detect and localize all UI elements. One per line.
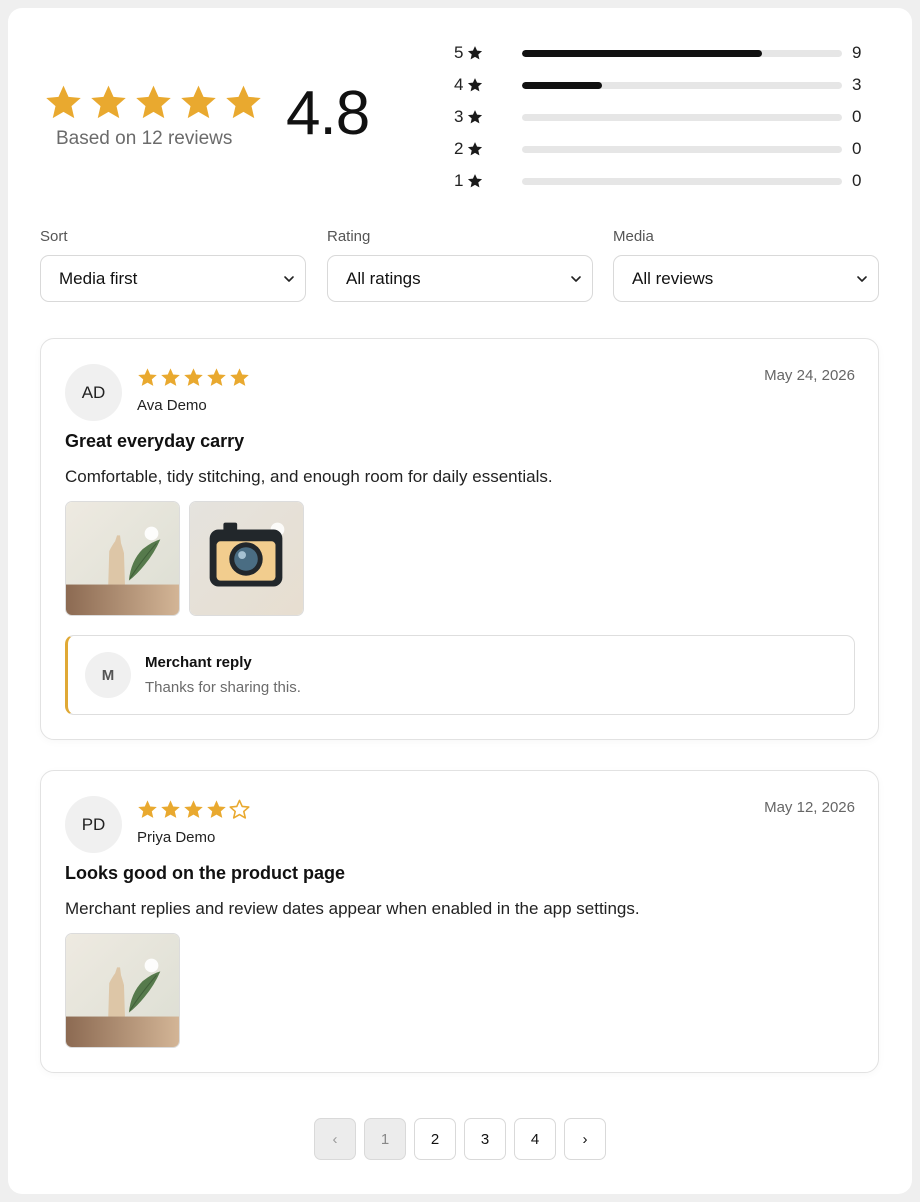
distribution-bar-fill (522, 50, 762, 57)
star-icon (468, 174, 483, 188)
star-icon (138, 368, 157, 386)
distribution-count: 0 (852, 171, 862, 190)
prev-page-button[interactable]: ‹ (314, 1118, 356, 1160)
distribution-bar (522, 146, 842, 153)
review-body: Merchant replies and review dates appear… (65, 899, 640, 918)
distribution-row-1[interactable]: 1 0 (454, 170, 874, 192)
reviewer-name: Priya Demo (137, 829, 216, 846)
review-title: Great everyday carry (65, 431, 245, 451)
page-button-3[interactable]: 3 (464, 1118, 506, 1160)
review-card: PD Priya Demo May 12, 2026 Looks good on… (40, 770, 879, 1073)
distribution-stars-label: 5 (454, 43, 464, 62)
distribution-bar (522, 178, 842, 185)
rating-select[interactable]: All ratings (327, 255, 593, 302)
next-page-button[interactable]: › (564, 1118, 606, 1160)
distribution-count: 0 (852, 139, 862, 158)
star-icon (136, 85, 171, 119)
star-icon (46, 85, 81, 119)
media-select[interactable]: All reviews (613, 255, 879, 302)
star-icon (468, 142, 483, 156)
star-icon (91, 85, 126, 119)
media-select-value: All reviews (632, 268, 714, 288)
star-icon (181, 85, 216, 119)
reviewer-name: Ava Demo (137, 397, 207, 414)
average-stars (44, 83, 263, 122)
rating-label: Rating (327, 228, 371, 245)
average-rating: 4.8 (286, 79, 370, 148)
sort-label: Sort (40, 228, 68, 245)
review-card: AD Ava Demo May 24, 2026 Great everyday … (40, 338, 879, 740)
distribution-stars-label: 1 (454, 171, 464, 190)
distribution-row-2[interactable]: 2 0 (454, 138, 874, 160)
star-icon (207, 800, 226, 818)
star-icon (468, 78, 483, 92)
distribution-row-5[interactable]: 5 9 (454, 42, 874, 64)
page-button-4[interactable]: 4 (514, 1118, 556, 1160)
distribution-bar (522, 114, 842, 121)
star-icon (230, 368, 249, 386)
sort-select[interactable]: Media first (40, 255, 306, 302)
distribution-bar (522, 50, 842, 57)
distribution-row-4[interactable]: 4 3 (454, 74, 874, 96)
merchant-avatar: M (85, 652, 131, 698)
review-date: May 12, 2026 (764, 799, 855, 816)
vase-photo-image (66, 502, 179, 615)
chevron-down-icon (284, 276, 294, 282)
review-title: Looks good on the product page (65, 863, 345, 883)
page-button-1[interactable]: 1 (364, 1118, 406, 1160)
star-icon (468, 46, 483, 60)
merchant-reply-text: Thanks for sharing this. (145, 679, 301, 696)
star-icon (468, 110, 483, 124)
sort-select-value: Media first (59, 268, 138, 288)
review-media-vase[interactable] (65, 933, 180, 1048)
avatar: AD (65, 364, 122, 421)
star-icon (184, 368, 203, 386)
review-body: Comfortable, tidy stitching, and enough … (65, 467, 553, 486)
merchant-reply-title: Merchant reply (145, 654, 252, 671)
media-label: Media (613, 228, 654, 245)
star-icon (161, 800, 180, 818)
distribution-count: 3 (852, 75, 862, 94)
distribution-count: 0 (852, 107, 862, 126)
review-count-text: Based on 12 reviews (56, 128, 233, 149)
chevron-down-icon (857, 276, 867, 282)
distribution-row-3[interactable]: 3 0 (454, 106, 874, 128)
star-icon (161, 368, 180, 386)
rating-select-value: All ratings (346, 268, 421, 288)
review-media-camera[interactable] (189, 501, 304, 616)
chevron-down-icon (571, 276, 581, 282)
star-icon (184, 800, 203, 818)
star-icon (226, 85, 261, 119)
page-button-2[interactable]: 2 (414, 1118, 456, 1160)
distribution-stars-label: 4 (454, 75, 464, 94)
star-icon (138, 800, 157, 818)
review-rating (137, 799, 250, 820)
avatar: PD (65, 796, 122, 853)
merchant-reply: M Merchant reply Thanks for sharing this… (65, 635, 855, 715)
distribution-bar (522, 82, 842, 89)
distribution-bar-fill (522, 82, 602, 89)
review-media-vase[interactable] (65, 501, 180, 616)
distribution-stars-label: 2 (454, 139, 464, 158)
review-rating (137, 367, 250, 388)
distribution-count: 9 (852, 43, 862, 62)
distribution-stars-label: 3 (454, 107, 464, 126)
star-outline-icon (229, 799, 250, 819)
camera-photo-image (190, 502, 303, 615)
vase-photo-image (66, 934, 179, 1047)
star-icon (207, 368, 226, 386)
review-date: May 24, 2026 (764, 367, 855, 384)
